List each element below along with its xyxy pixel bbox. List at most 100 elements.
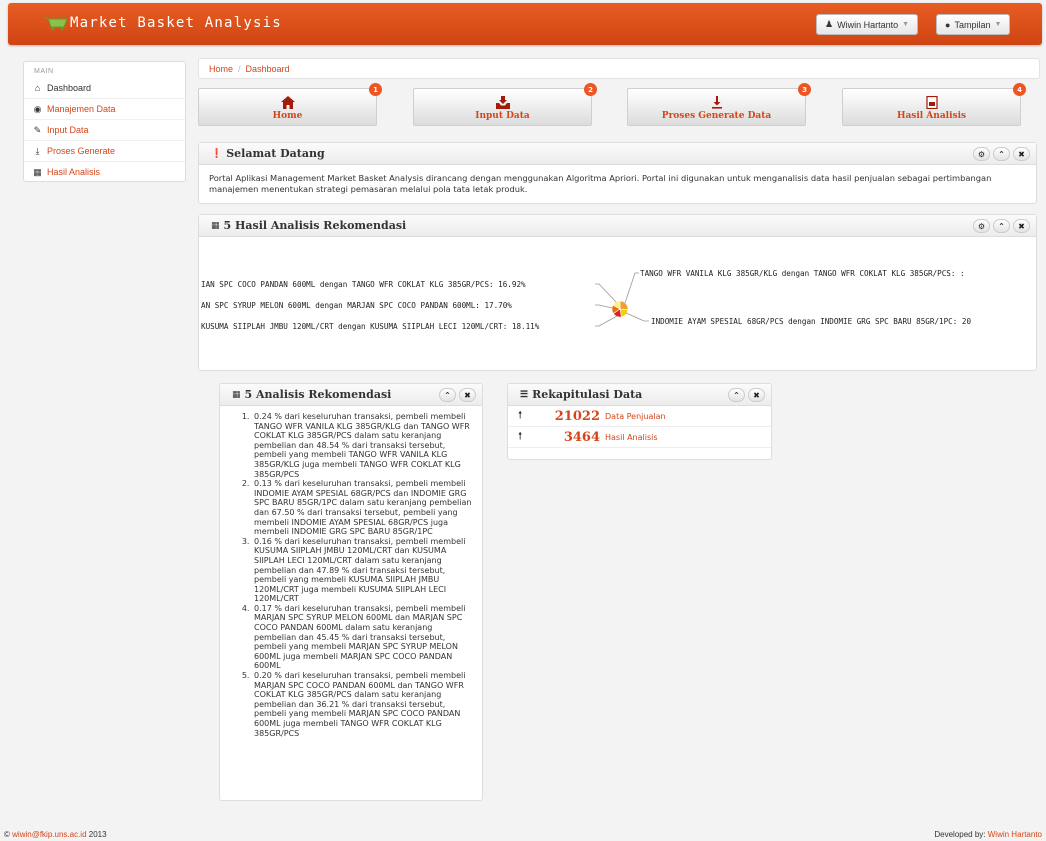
collapse-button[interactable]: ⌃ [439, 388, 456, 402]
recap-box: ☰ Rekapitulasi Data ⌃ ✖ 🠕 21022 Data Pen… [507, 383, 772, 460]
pie-slice[interactable] [619, 300, 629, 311]
breadcrumb-current[interactable]: Dashboard [246, 64, 290, 74]
pie-label: AN SPC SYRUP MELON 600ML dengan MARJAN S… [201, 301, 512, 310]
collapse-button[interactable]: ⌃ [993, 219, 1010, 233]
welcome-box: ❗ Selamat Datang ⚙ ⌃ ✖ Portal Aplikasi M… [198, 142, 1037, 204]
arrow-up-icon: 🠕 [518, 409, 523, 421]
recommendation-item: 0.24 % dari keseluruhan transaksi, pembe… [252, 412, 474, 479]
sidebar-item-hasil-analisis[interactable]: ▦ Hasil Analisis [24, 161, 185, 182]
chart-box: ▦ 5 Hasil Analisis Rekomendasi ⚙ ⌃ ✖ TAN… [198, 214, 1037, 371]
recommendation-item: 0.20 % dari keseluruhan transaksi, pembe… [252, 671, 474, 738]
sidebar-item-manajemen-data[interactable]: ◉ Manajemen Data [24, 98, 185, 119]
sidebar-header: MAIN [34, 68, 54, 75]
user-menu-button[interactable]: ♟ Wiwin Hartanto ▼ [816, 14, 919, 35]
pie-chart-area: TANGO WFR VANILA KLG 385GR/KLG dengan TA… [199, 238, 1036, 370]
recap-title: Rekapitulasi Data [532, 388, 643, 401]
box-tools: ⚙ ⌃ ✖ [973, 219, 1030, 233]
footer-author-link[interactable]: Wiwin Hartanto [988, 830, 1042, 839]
brand-title: Market Basket Analysis [70, 15, 282, 31]
close-button[interactable]: ✖ [459, 388, 476, 402]
footer-developer: Developed by: Wiwin Hartanto [934, 830, 1042, 839]
sidebar-item-input-data[interactable]: ✎ Input Data [24, 119, 185, 140]
stat-row-data-penjualan: 🠕 21022 Data Penjualan [508, 406, 771, 427]
sidebar-item-label: Input Data [47, 125, 89, 135]
chart-title: 5 Hasil Analisis Rekomendasi [223, 219, 407, 232]
recommendation-list: 0.24 % dari keseluruhan transaksi, pembe… [220, 406, 482, 738]
table-icon: ▦ [33, 166, 42, 177]
welcome-box-header: ❗ Selamat Datang [199, 143, 1036, 165]
user-name: Wiwin Hartanto [837, 19, 899, 30]
collapse-button[interactable]: ⌃ [728, 388, 745, 402]
welcome-title: Selamat Datang [226, 147, 325, 160]
tint-icon: ● [945, 19, 951, 30]
top-navbar: Market Basket Analysis ♟ Wiwin Hartanto … [8, 3, 1042, 45]
pie-label: IAN SPC COCO PANDAN 600ML dengan TANGO W… [201, 280, 526, 289]
pie-leader-line [595, 304, 613, 309]
caret-down-icon: ▼ [902, 21, 910, 28]
notification-badge: 1 [369, 83, 382, 96]
quick-button-home[interactable]: Home 1 [198, 83, 382, 126]
settings-button[interactable]: ⚙ [973, 219, 990, 233]
download-icon: ⤓ [35, 145, 40, 156]
arrow-up-icon: 🠕 [518, 430, 523, 442]
quick-button-input-data[interactable]: Input Data 2 [413, 83, 597, 126]
edit-icon: ✎ [33, 124, 42, 135]
box-tools: ⚙ ⌃ ✖ [973, 147, 1030, 161]
quick-button-label: Input Data [475, 111, 530, 121]
notification-badge: 3 [798, 83, 811, 96]
user-icon: ♟ [825, 19, 834, 29]
sidebar-item-label: Dashboard [47, 82, 92, 93]
recommendation-item: 0.13 % dari keseluruhan transaksi, pembe… [252, 479, 474, 537]
quick-button-proses-generate[interactable]: Proses Generate Data 3 [627, 83, 811, 126]
copyright-symbol: © [4, 830, 10, 839]
document-icon [925, 96, 938, 109]
pie-leader-line [625, 312, 649, 322]
inbox-icon [495, 96, 510, 109]
download-icon [711, 96, 722, 109]
recommendation-item: 0.16 % dari keseluruhan transaksi, pembe… [252, 537, 474, 604]
stat-value: 21022 [554, 408, 600, 424]
eye-icon: ◉ [33, 103, 42, 114]
pie-leader-line [624, 272, 639, 304]
sidebar-item-dashboard[interactable]: ⌂ Dashboard [24, 77, 185, 98]
breadcrumb-home-link[interactable]: Home [209, 64, 233, 74]
stat-value: 3464 [563, 429, 600, 445]
sidebar-item-proses-generate[interactable]: ⤓ Proses Generate [24, 140, 185, 161]
stat-label-link[interactable]: Data Penjualan [605, 412, 666, 421]
sidebar: MAIN ⌂ Dashboard ◉ Manajemen Data ✎ Inpu… [23, 61, 186, 182]
quick-button-label: Home [272, 111, 303, 121]
close-button[interactable]: ✖ [1013, 147, 1030, 161]
list-icon: ☰ [520, 389, 529, 400]
footer-copyright: © wiwin@fkip.uns.ac.id 2013 [4, 830, 107, 839]
sidebar-item-label: Manajemen Data [47, 104, 116, 114]
view-menu-button[interactable]: ● Tampilan ▼ [936, 14, 1011, 35]
pie-label: KUSUMA SIIPLAH JMBU 120ML/CRT dengan KUS… [201, 322, 540, 331]
breadcrumb: Home / Dashboard [198, 58, 1040, 79]
quick-button-label: Hasil Analisis [896, 111, 967, 121]
pie-label: INDOMIE AYAM SPESIAL 68GR/PCS dengan IND… [651, 317, 972, 326]
table-icon: ▦ [232, 389, 241, 400]
home-icon: ⌂ [34, 82, 41, 93]
box-tools: ⌃ ✖ [439, 388, 476, 402]
welcome-text: Portal Aplikasi Management Market Basket… [209, 173, 992, 194]
sidebar-item-label: Hasil Analisis [47, 167, 101, 177]
info-circle-icon: ❗ [211, 148, 223, 159]
pie-leader-line [595, 283, 617, 303]
recommendation-item: 0.17 % dari keseluruhan transaksi, pembe… [252, 604, 474, 671]
brand[interactable]: Market Basket Analysis [44, 15, 282, 31]
pie-label: TANGO WFR VANILA KLG 385GR/KLG dengan TA… [640, 269, 965, 278]
collapse-button[interactable]: ⌃ [993, 147, 1010, 161]
footer-email-link[interactable]: wiwin@fkip.uns.ac.id [12, 830, 86, 839]
home-icon [280, 96, 295, 109]
developed-by-label: Developed by: [934, 830, 986, 839]
close-button[interactable]: ✖ [1013, 219, 1030, 233]
notification-badge: 4 [1013, 83, 1026, 96]
close-button[interactable]: ✖ [748, 388, 765, 402]
recommendations-title: 5 Analisis Rekomendasi [244, 388, 392, 401]
pie-leader-line [595, 315, 618, 327]
shopping-cart-icon [44, 17, 68, 31]
settings-button[interactable]: ⚙ [973, 147, 990, 161]
quick-button-hasil-analisis[interactable]: Hasil Analisis 4 [842, 83, 1026, 126]
stat-label-link[interactable]: Hasil Analisis [605, 433, 658, 442]
caret-down-icon: ▼ [994, 21, 1002, 28]
